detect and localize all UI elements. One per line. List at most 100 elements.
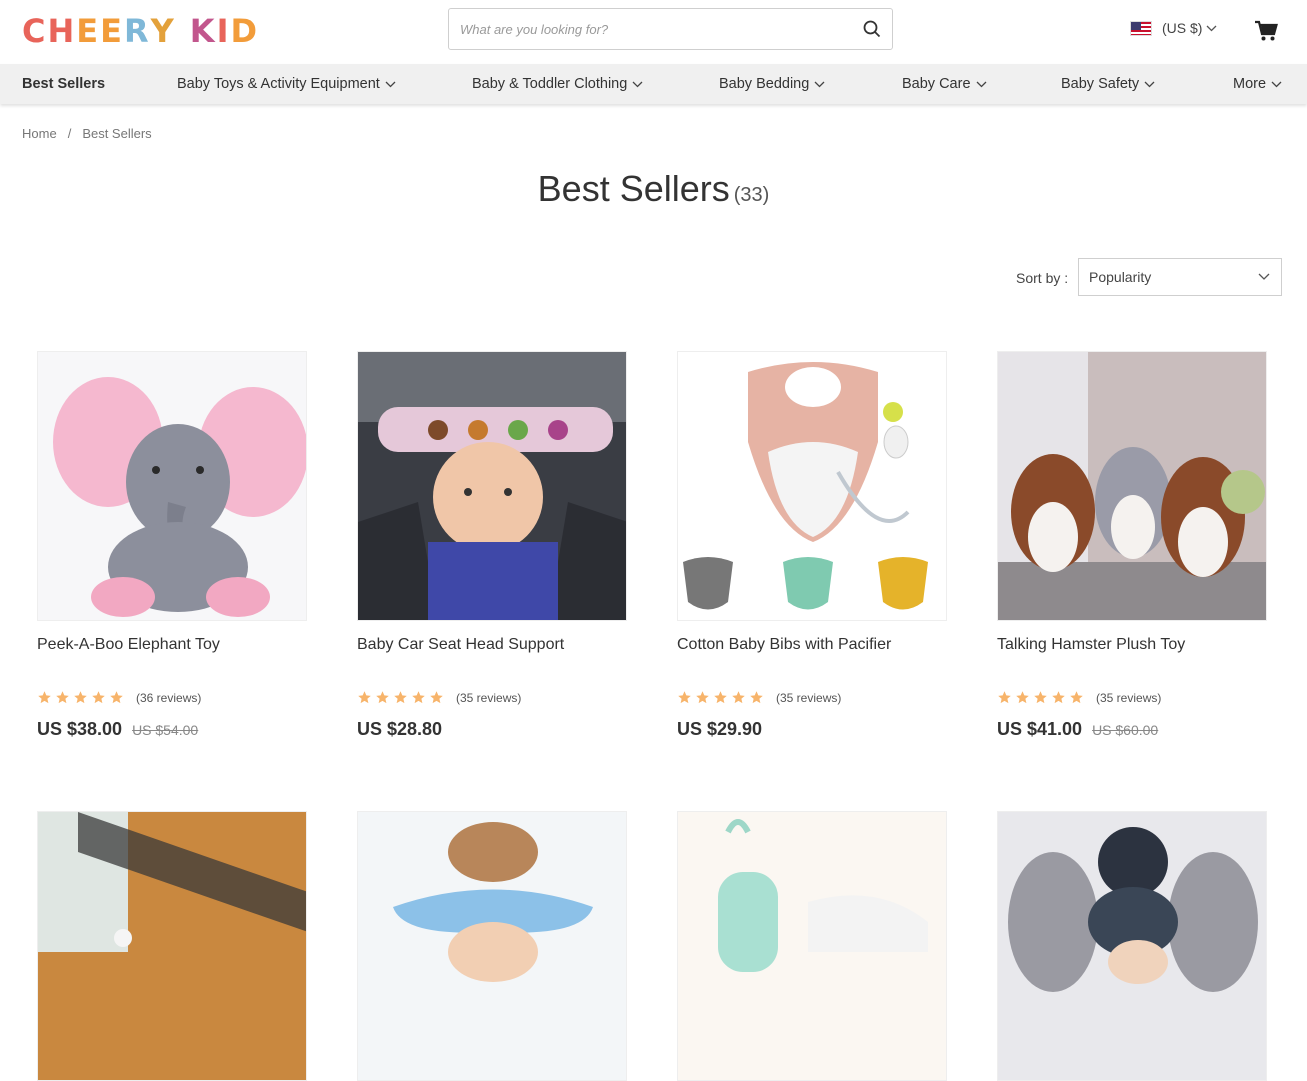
breadcrumb-current: Best Sellers	[82, 126, 152, 141]
product-image-bottle[interactable]	[677, 811, 947, 1081]
product-price: US $29.90	[677, 719, 772, 740]
logo-letter: H	[47, 12, 77, 50]
star-icon	[38, 691, 51, 704]
chevron-down-icon	[1206, 25, 1217, 32]
breadcrumb-separator: /	[67, 126, 72, 141]
sort-label: Sort by :	[1016, 270, 1069, 286]
star-icon	[714, 691, 727, 704]
logo-letter: R	[123, 12, 151, 50]
product-card[interactable]	[677, 811, 947, 1081]
search-input[interactable]	[449, 9, 852, 49]
star-icon	[56, 691, 69, 704]
star-rating-icon	[37, 690, 127, 705]
product-image-table-tennis[interactable]	[37, 811, 307, 1081]
star-icon	[74, 691, 87, 704]
star-icon	[1016, 691, 1029, 704]
star-icon	[430, 691, 443, 704]
product-rating: (35 reviews)	[677, 690, 841, 705]
star-rating-icon	[997, 690, 1087, 705]
page-title-text: Best Sellers	[537, 168, 730, 209]
product-image-hamster[interactable]	[997, 351, 1267, 621]
current-price: US $29.90	[677, 719, 763, 739]
product-card[interactable]	[37, 811, 307, 1081]
product-image-elephant-pillow[interactable]	[997, 811, 1267, 1081]
chevron-down-icon	[1144, 81, 1155, 88]
currency-selector[interactable]: (US $)	[1130, 20, 1217, 36]
star-icon	[394, 691, 407, 704]
product-count: (33)	[733, 184, 770, 206]
star-rating-icon	[677, 690, 767, 705]
current-price: US $41.00	[997, 719, 1083, 739]
logo-letter: D	[230, 12, 260, 50]
product-card[interactable]: Talking Hamster Plush Toy (35 reviews) U…	[997, 351, 1267, 739]
product-image-shampoo-cap[interactable]	[357, 811, 627, 1081]
chevron-down-icon	[385, 81, 396, 88]
sort-selected-value: Popularity	[1089, 269, 1152, 285]
search-icon[interactable]	[852, 9, 892, 49]
star-icon	[376, 691, 389, 704]
nav-item-baby-care[interactable]: Baby Care	[902, 64, 987, 104]
nav-item-more[interactable]: More	[1233, 64, 1282, 104]
product-card[interactable]	[997, 811, 1267, 1081]
star-icon	[358, 691, 371, 704]
product-card[interactable]: Peek-A-Boo Elephant Toy (36 reviews) US …	[37, 351, 307, 739]
product-name[interactable]: Talking Hamster Plush Toy	[997, 636, 1185, 654]
breadcrumb-home-link[interactable]: Home	[22, 126, 57, 141]
product-rating: (35 reviews)	[357, 690, 521, 705]
product-image-elephant[interactable]	[37, 351, 307, 621]
nav-item-baby-safety[interactable]: Baby Safety	[1061, 64, 1155, 104]
current-price: US $28.80	[357, 719, 443, 739]
original-price: US $60.00	[1092, 722, 1159, 738]
nav-item-clothing[interactable]: Baby & Toddler Clothing	[472, 64, 643, 104]
breadcrumb: Home / Best Sellers	[22, 126, 152, 141]
product-name[interactable]: Baby Car Seat Head Support	[357, 636, 564, 654]
review-count[interactable]: (35 reviews)	[1096, 691, 1161, 705]
us-flag-icon	[1130, 20, 1152, 36]
star-icon	[110, 691, 123, 704]
product-rating: (35 reviews)	[997, 690, 1161, 705]
logo-letter: K	[189, 12, 217, 50]
product-price: US $41.00 US $60.00	[997, 719, 1158, 740]
star-icon	[696, 691, 709, 704]
product-name[interactable]: Cotton Baby Bibs with Pacifier	[677, 636, 891, 654]
chevron-down-icon	[814, 81, 825, 88]
current-price: US $38.00	[37, 719, 123, 739]
product-rating: (36 reviews)	[37, 690, 201, 705]
chevron-down-icon	[1258, 273, 1270, 281]
logo-letter	[176, 12, 190, 50]
nav-item-best-sellers[interactable]: Best Sellers	[22, 64, 105, 104]
logo-letter: E	[100, 12, 124, 50]
logo-letter: E	[76, 12, 101, 50]
star-icon	[412, 691, 425, 704]
original-price: US $54.00	[132, 722, 199, 738]
star-icon	[1052, 691, 1065, 704]
sort-select[interactable]: Popularity	[1078, 258, 1282, 296]
star-icon	[678, 691, 691, 704]
star-rating-icon	[357, 690, 447, 705]
product-card[interactable]: Cotton Baby Bibs with Pacifier (35 revie…	[677, 351, 947, 739]
review-count[interactable]: (35 reviews)	[456, 691, 521, 705]
currency-label: (US $)	[1162, 20, 1203, 36]
product-card[interactable]	[357, 811, 627, 1081]
product-price: US $28.80	[357, 719, 452, 740]
logo-letter: C	[22, 12, 48, 50]
star-icon	[92, 691, 105, 704]
chevron-down-icon	[632, 81, 643, 88]
star-icon	[998, 691, 1011, 704]
search-bar	[448, 8, 893, 50]
product-card[interactable]: Baby Car Seat Head Support (35 reviews) …	[357, 351, 627, 739]
star-icon	[750, 691, 763, 704]
review-count[interactable]: (36 reviews)	[136, 691, 201, 705]
product-image-bibs[interactable]	[677, 351, 947, 621]
main-nav: Best Sellers Baby Toys & Activity Equipm…	[0, 64, 1307, 104]
nav-item-bedding[interactable]: Baby Bedding	[719, 64, 825, 104]
logo-letter: I	[216, 12, 231, 50]
cart-icon[interactable]	[1254, 20, 1278, 47]
site-header: CHEERY KID (US $)	[0, 0, 1307, 64]
chevron-down-icon	[976, 81, 987, 88]
cheery-kid-logo[interactable]: CHEERY KID	[22, 8, 259, 54]
nav-item-baby-toys[interactable]: Baby Toys & Activity Equipment	[177, 64, 396, 104]
product-name[interactable]: Peek-A-Boo Elephant Toy	[37, 636, 220, 654]
product-image-car-seat[interactable]	[357, 351, 627, 621]
review-count[interactable]: (35 reviews)	[776, 691, 841, 705]
